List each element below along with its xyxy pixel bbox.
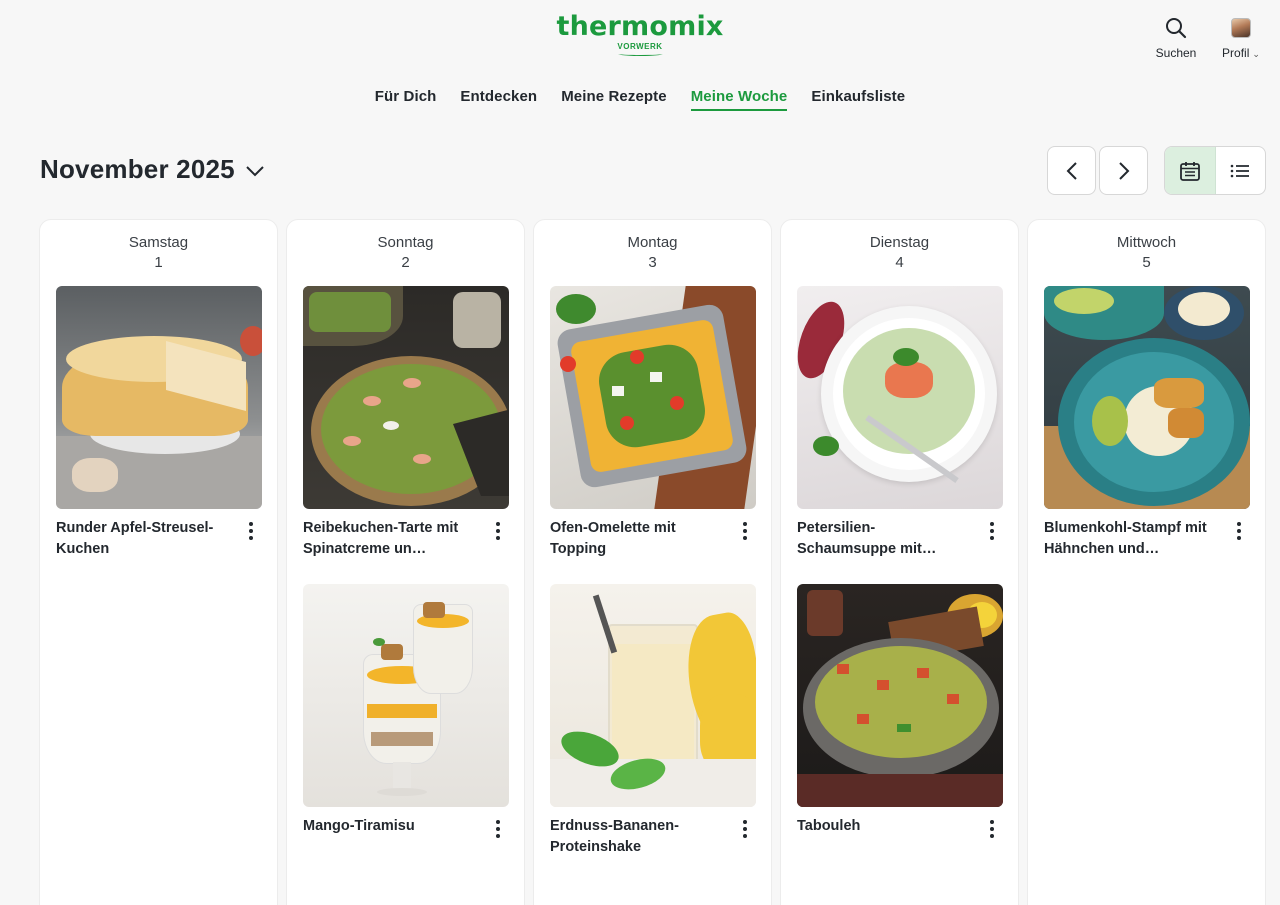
more-options-icon[interactable] bbox=[488, 518, 508, 558]
nav-item-meine-rezepte[interactable]: Meine Rezepte bbox=[549, 86, 679, 111]
search-label: Suchen bbox=[1155, 46, 1197, 60]
day-header: Samstag 1 bbox=[56, 220, 261, 286]
recipe-image-oven-omelette[interactable] bbox=[550, 286, 756, 509]
recipe-card: Ofen-Omelette mit Topping bbox=[550, 286, 756, 558]
calendar-icon bbox=[1179, 161, 1200, 181]
more-options-icon[interactable] bbox=[241, 518, 261, 558]
more-options-icon[interactable] bbox=[488, 816, 508, 856]
search-button[interactable]: Suchen bbox=[1152, 14, 1200, 60]
recipe-image-spinach-salmon-tart[interactable] bbox=[303, 286, 509, 509]
day-number: 5 bbox=[1142, 254, 1151, 271]
next-week-button[interactable] bbox=[1099, 146, 1148, 195]
day-number: 1 bbox=[154, 254, 163, 271]
calendar-view-button[interactable] bbox=[1165, 147, 1216, 194]
day-column-montag: Montag 3 Ofen-Omelette mit Topping Erdnu… bbox=[533, 219, 772, 905]
nav-item-meine-woche[interactable]: Meine Woche bbox=[679, 86, 800, 111]
day-column-samstag: Samstag 1 Runder Apfel-Streusel-Kuchen bbox=[39, 219, 278, 905]
recipe-image-apple-crumble-cake[interactable] bbox=[56, 286, 262, 509]
recipe-card: Erdnuss-Bananen-Proteinshake bbox=[550, 584, 756, 856]
day-column-sonntag: Sonntag 2 Reibekuchen-Tarte mit Spinatcr… bbox=[286, 219, 525, 905]
thermomix-logo[interactable]: thermomix VORWERK bbox=[556, 10, 723, 56]
profile-label: Profil bbox=[1222, 46, 1250, 60]
list-icon bbox=[1230, 164, 1250, 177]
logo-wordmark: thermomix bbox=[556, 11, 724, 42]
day-number: 3 bbox=[648, 254, 657, 271]
logo-subbrand: VORWERK bbox=[556, 42, 723, 56]
recipe-title[interactable]: Reibekuchen-Tarte mit Spinatcreme un… bbox=[303, 518, 475, 558]
day-header: Sonntag 2 bbox=[303, 220, 508, 286]
day-name: Montag bbox=[627, 234, 678, 251]
recipe-card: Runder Apfel-Streusel-Kuchen bbox=[56, 286, 262, 558]
recipe-title[interactable]: Ofen-Omelette mit Topping bbox=[550, 518, 722, 558]
recipe-image-cauliflower-mash[interactable] bbox=[1044, 286, 1250, 509]
recipe-card: Tabouleh bbox=[797, 584, 1003, 856]
day-name: Sonntag bbox=[377, 234, 434, 251]
recipe-title[interactable]: Mango-Tiramisu bbox=[303, 816, 475, 856]
logo-swirl bbox=[617, 52, 662, 56]
more-options-icon[interactable] bbox=[982, 518, 1002, 558]
recipe-title[interactable]: Petersilien-Schaumsuppe mit… bbox=[797, 518, 969, 558]
nav-item-entdecken[interactable]: Entdecken bbox=[448, 86, 549, 111]
day-number: 4 bbox=[895, 254, 904, 271]
avatar bbox=[1231, 18, 1251, 38]
recipe-title[interactable]: Erdnuss-Bananen-Proteinshake bbox=[550, 816, 722, 856]
month-label: November 2025 bbox=[40, 154, 235, 184]
day-header: Dienstag 4 bbox=[797, 220, 1002, 286]
more-options-icon[interactable] bbox=[982, 816, 1002, 856]
more-options-icon[interactable] bbox=[735, 816, 755, 856]
profile-button[interactable]: Profil ⌄ bbox=[1212, 14, 1270, 60]
more-options-icon[interactable] bbox=[735, 518, 755, 558]
nav-item-fuer-dich[interactable]: Für Dich bbox=[363, 86, 449, 111]
day-header: Mittwoch 5 bbox=[1044, 220, 1249, 286]
search-icon bbox=[1152, 14, 1200, 42]
week-planner: Samstag 1 Runder Apfel-Streusel-Kuchen S… bbox=[39, 219, 1267, 905]
recipe-image-tabouleh[interactable] bbox=[797, 584, 1003, 807]
recipe-card: Reibekuchen-Tarte mit Spinatcreme un… bbox=[303, 286, 509, 558]
nav-item-einkaufsliste[interactable]: Einkaufsliste bbox=[799, 86, 917, 111]
recipe-card: Blumenkohl-Stampf mit Hähnchen und… bbox=[1044, 286, 1250, 558]
recipe-card: Mango-Tiramisu bbox=[303, 584, 509, 856]
day-header: Montag 3 bbox=[550, 220, 755, 286]
chevron-down-icon bbox=[246, 165, 264, 176]
chevron-right-icon bbox=[1118, 161, 1129, 180]
recipe-card: Petersilien-Schaumsuppe mit… bbox=[797, 286, 1003, 558]
list-view-button[interactable] bbox=[1216, 147, 1266, 194]
more-options-icon[interactable] bbox=[1229, 518, 1249, 558]
chevron-left-icon bbox=[1066, 161, 1077, 180]
recipe-image-parsley-soup[interactable] bbox=[797, 286, 1003, 509]
app-header: thermomix VORWERK Suchen Profil ⌄ Für Dic… bbox=[0, 0, 1280, 130]
day-name: Dienstag bbox=[869, 234, 930, 251]
recipe-image-banana-shake[interactable] bbox=[550, 584, 756, 807]
day-column-dienstag: Dienstag 4 Petersilien-Schaumsuppe mit… bbox=[780, 219, 1019, 905]
day-name: Samstag bbox=[128, 234, 189, 251]
day-column-mittwoch: Mittwoch 5 Blumenkohl-Stampf mit Hähnche… bbox=[1027, 219, 1266, 905]
chevron-down-icon: ⌄ bbox=[1252, 49, 1260, 59]
logo-subbrand-text: VORWERK bbox=[617, 42, 663, 51]
recipe-title[interactable]: Tabouleh bbox=[797, 816, 969, 856]
month-selector[interactable]: November 2025 bbox=[40, 154, 265, 185]
main-nav: Für Dich Entdecken Meine Rezepte Meine W… bbox=[0, 86, 1280, 111]
view-toggle bbox=[1164, 146, 1266, 195]
recipe-title[interactable]: Blumenkohl-Stampf mit Hähnchen und… bbox=[1044, 518, 1216, 558]
day-number: 2 bbox=[401, 254, 410, 271]
recipe-title[interactable]: Runder Apfel-Streusel-Kuchen bbox=[56, 518, 228, 558]
day-name: Mittwoch bbox=[1116, 234, 1177, 251]
recipe-image-mango-tiramisu[interactable] bbox=[303, 584, 509, 807]
previous-week-button[interactable] bbox=[1047, 146, 1096, 195]
